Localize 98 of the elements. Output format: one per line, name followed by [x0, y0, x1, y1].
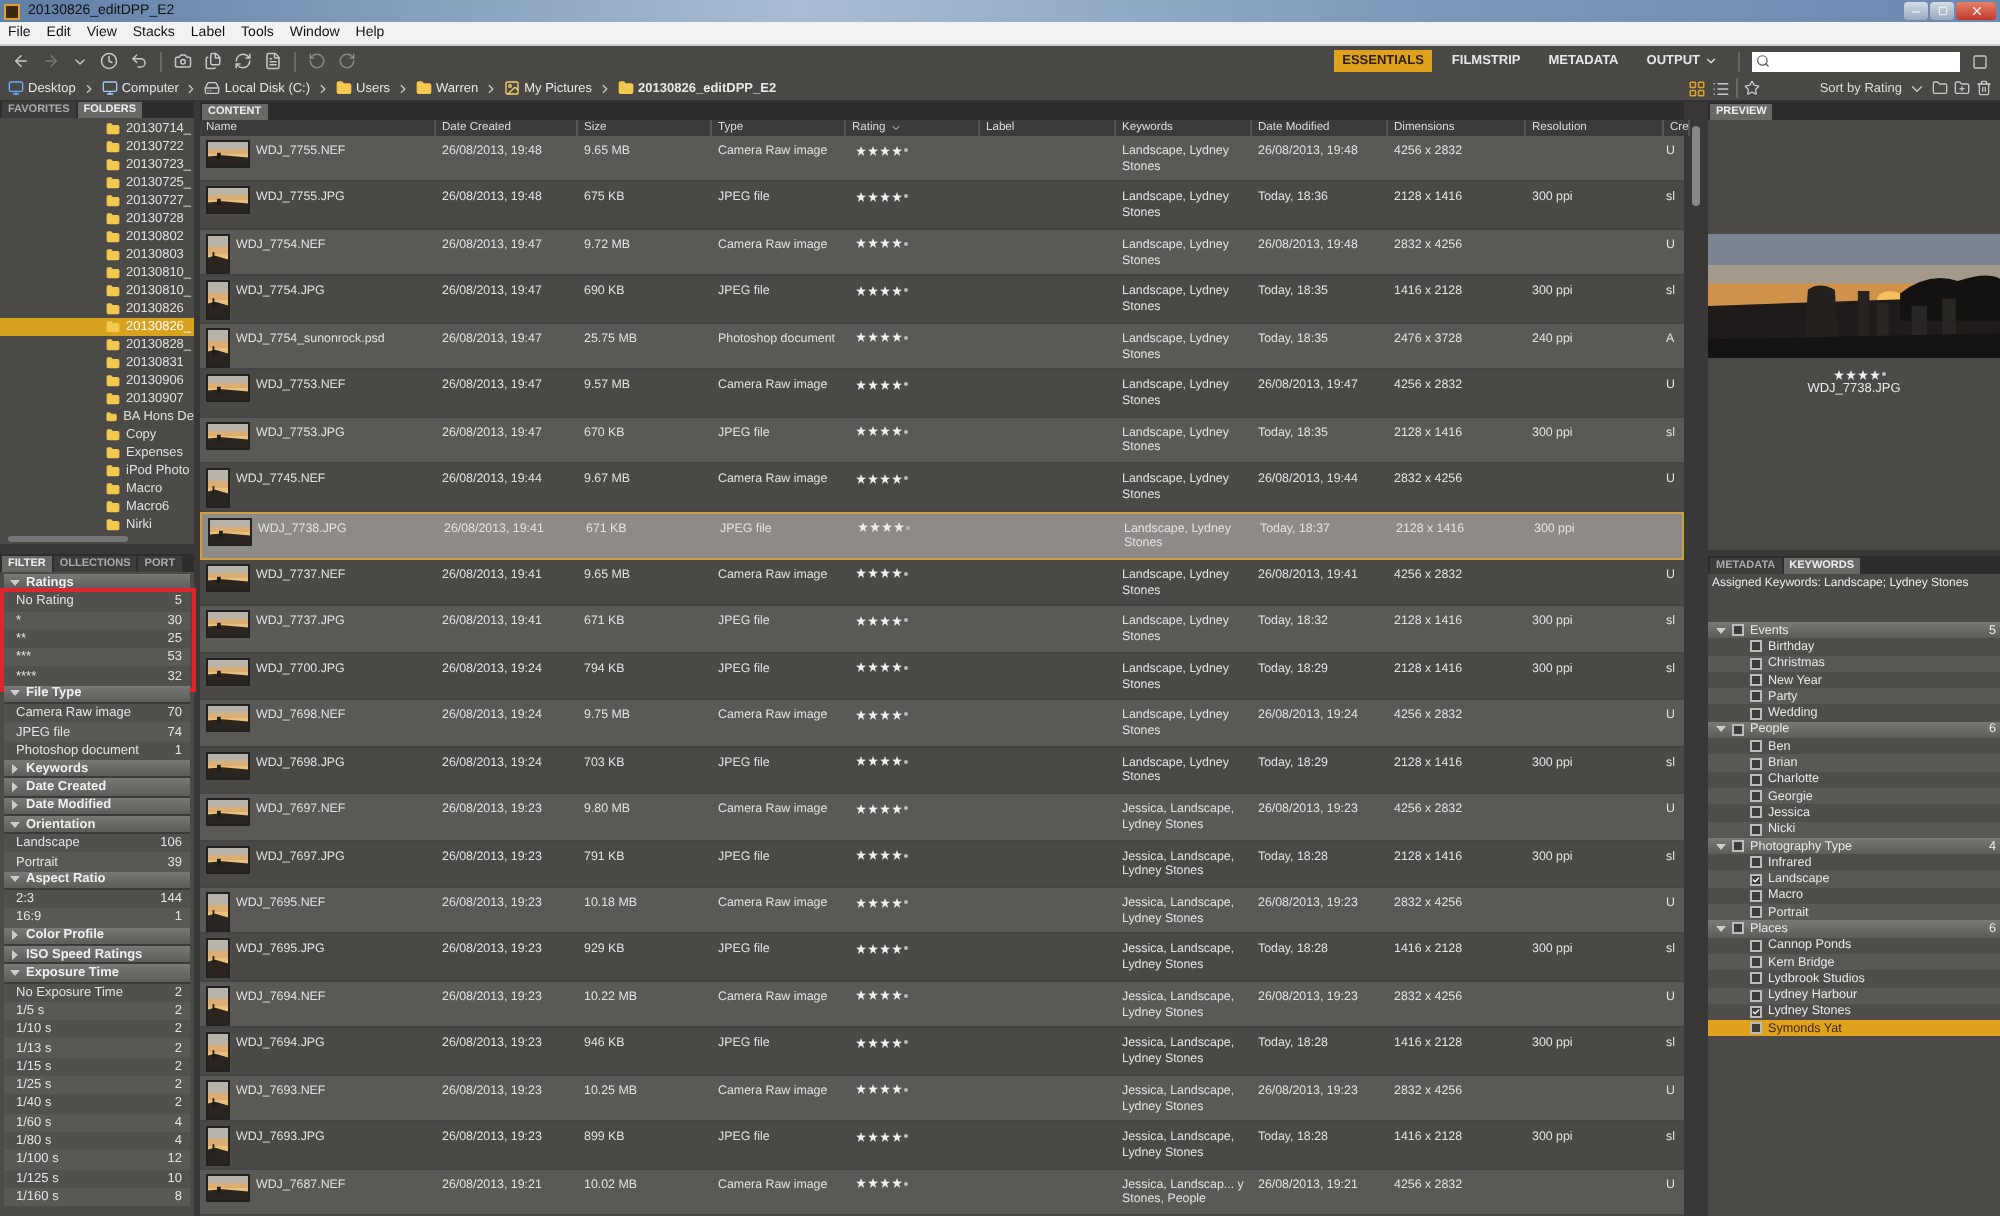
folder-icon: [106, 140, 120, 154]
drive-icon: [204, 80, 221, 96]
folder-icon: [106, 446, 120, 460]
folder-icon: [106, 374, 120, 388]
checkbox[interactable]: [1750, 790, 1762, 803]
chevron-icon: [316, 81, 331, 95]
checkbox[interactable]: [1750, 707, 1762, 720]
folder-icon: [336, 80, 353, 96]
expand-triangle-icon[interactable]: [1716, 625, 1726, 636]
pictures-folder-icon: [504, 80, 521, 96]
scrollbar[interactable]: [8, 536, 128, 542]
folder-icon: [106, 482, 120, 496]
checkbox[interactable]: [1750, 657, 1762, 670]
thumbnail-view-icon[interactable]: [1687, 79, 1706, 97]
caret-icon: [1704, 54, 1718, 68]
chevron-icon: [396, 81, 411, 95]
folder-icon: [106, 428, 120, 442]
checkbox[interactable]: [1732, 723, 1744, 736]
checkbox[interactable]: [1750, 956, 1762, 969]
folder-icon: [106, 194, 120, 208]
folder-icon: [106, 518, 120, 532]
folder-icon: [106, 392, 120, 406]
checkbox[interactable]: [1750, 939, 1762, 952]
checkbox[interactable]: [1750, 1005, 1762, 1018]
camera-icon[interactable]: [174, 52, 192, 70]
expand-triangle-icon[interactable]: [1716, 841, 1726, 851]
folder-icon: [106, 122, 120, 136]
folder-icon: [106, 212, 120, 226]
computer-icon: [101, 80, 118, 96]
folder-icon: [106, 284, 120, 298]
expand-triangle-icon[interactable]: [10, 688, 20, 699]
folder-icon: [106, 356, 120, 370]
trash-icon[interactable]: [1976, 80, 1992, 96]
chevron-icon: [184, 81, 199, 95]
minimize-icon: [1910, 5, 1922, 17]
chevron-icon: [81, 81, 96, 95]
checkbox[interactable]: [1750, 740, 1762, 753]
folder-icon: [416, 80, 433, 96]
close-button[interactable]: [1956, 2, 1996, 20]
close-icon: [1969, 4, 1983, 18]
checkbox[interactable]: [1750, 1022, 1762, 1035]
expand-triangle-icon[interactable]: [10, 577, 20, 588]
folder-icon: [106, 176, 120, 190]
new-folder-icon[interactable]: [1954, 80, 1970, 96]
checkbox[interactable]: [1750, 773, 1762, 786]
checkbox[interactable]: [1750, 989, 1762, 1002]
folder-icon: [106, 464, 120, 478]
checkbox[interactable]: [1750, 806, 1762, 819]
checkbox[interactable]: [1732, 922, 1744, 935]
search-icon: [1756, 54, 1770, 68]
checkbox[interactable]: [1750, 972, 1762, 985]
rotate-left-icon[interactable]: [308, 52, 326, 70]
folder-icon: [106, 500, 120, 514]
folder-icon: [618, 80, 635, 96]
checkbox[interactable]: [1750, 690, 1762, 703]
search-field[interactable]: [1752, 51, 1960, 71]
checkbox[interactable]: [1750, 640, 1762, 653]
folder-icon: [106, 248, 120, 262]
expand-triangle-icon[interactable]: [10, 967, 20, 978]
checkbox[interactable]: [1750, 757, 1762, 770]
app-icon: [4, 3, 20, 19]
checkbox[interactable]: [1750, 873, 1762, 886]
rotate-right-icon[interactable]: [338, 52, 356, 70]
check-icon: [1752, 1005, 1760, 1018]
checkbox[interactable]: [1750, 906, 1762, 919]
folder-icon[interactable]: [1932, 80, 1948, 96]
star-icon[interactable]: [1743, 80, 1760, 96]
checkbox[interactable]: [1732, 624, 1744, 637]
expand-triangle-icon[interactable]: [1716, 923, 1726, 934]
expand-triangle-icon[interactable]: [10, 874, 20, 885]
desktop-icon: [8, 80, 24, 96]
back-icon[interactable]: [12, 52, 30, 70]
folder-icon: [106, 410, 118, 424]
sort-caret-icon: [889, 122, 902, 134]
checkbox[interactable]: [1750, 674, 1762, 687]
folder-icon: [106, 338, 120, 352]
checkbox[interactable]: [1750, 823, 1762, 836]
expand-triangle-icon[interactable]: [10, 819, 20, 829]
list-view-icon[interactable]: [1711, 79, 1730, 97]
folder-icon: [106, 302, 120, 316]
folder-icon: [106, 266, 120, 280]
chevron-icon: [598, 81, 613, 95]
checkbox[interactable]: [1750, 889, 1762, 902]
folder-icon: [106, 320, 120, 334]
document-icon[interactable]: [264, 52, 282, 70]
return-arrow-icon[interactable]: [130, 52, 148, 70]
refresh-icon[interactable]: [234, 52, 252, 70]
folder-icon: [106, 158, 120, 172]
checkbox[interactable]: [1732, 840, 1744, 852]
clock-icon[interactable]: [100, 52, 118, 70]
folder-icon: [106, 230, 120, 244]
maximize-icon: [1937, 6, 1947, 16]
copy-icon[interactable]: [204, 52, 222, 70]
window-icon[interactable]: [1972, 53, 1988, 69]
chevron-icon: [484, 81, 499, 95]
check-icon: [1752, 873, 1760, 886]
expand-triangle-icon[interactable]: [1716, 724, 1726, 735]
checkbox[interactable]: [1750, 856, 1762, 869]
